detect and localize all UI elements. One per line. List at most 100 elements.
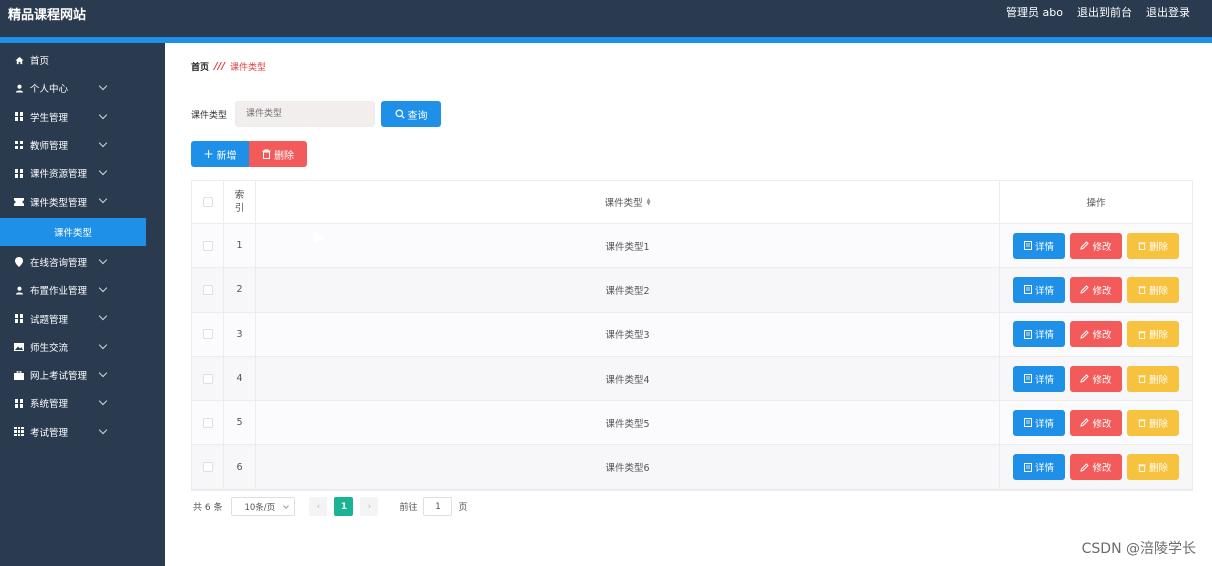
sidebar-item-label: 学生管理	[30, 112, 69, 124]
sidebar-item-online-consult[interactable]: 在线咨询管理	[0, 248, 165, 276]
chevron-down-icon	[98, 340, 108, 349]
sidebar-item-teacher-student-chat[interactable]: 师生交流	[0, 333, 165, 361]
main-content: 首页 /// 课件类型 课件类型 查询 + 新增 删除 索引 课件类型 ▲▼ 操	[165, 43, 1212, 566]
sidebar-item-label: 考试管理	[30, 427, 69, 439]
header-index-label: 索引	[234, 190, 245, 214]
sidebar-item-label: 个人中心	[30, 84, 69, 96]
detail-button[interactable]: 详情	[1013, 321, 1065, 348]
sidebar-item-label: 师生交流	[30, 342, 69, 354]
row-delete-button[interactable]: 删除	[1127, 409, 1179, 436]
detail-button-label: 详情	[1034, 330, 1054, 342]
edit-button[interactable]: 修改	[1070, 454, 1122, 481]
row-checkbox[interactable]	[202, 284, 213, 295]
page-number-current[interactable]: 1	[334, 497, 354, 516]
row-check-cell	[192, 445, 224, 489]
image-icon	[14, 342, 24, 352]
add-button-label: 新增	[216, 150, 237, 162]
ticket-icon	[14, 197, 24, 207]
row-checkbox[interactable]	[202, 462, 213, 473]
detail-button[interactable]: 详情	[1013, 232, 1065, 259]
sidebar-subitem-courseware-type[interactable]: 课件类型	[0, 217, 146, 246]
edit-button[interactable]: 修改	[1070, 232, 1122, 259]
trash-icon	[1138, 286, 1146, 295]
row-delete-button[interactable]: 删除	[1127, 365, 1179, 392]
courseware-type-search-input[interactable]	[235, 101, 376, 127]
to-front-link[interactable]: 退出到前台	[1077, 4, 1132, 20]
row-index: 1	[224, 224, 256, 268]
chevron-down-icon	[98, 312, 108, 321]
edit-button-label: 修改	[1092, 374, 1112, 386]
next-page-button[interactable]: ›	[360, 497, 379, 516]
sidebar-item-home[interactable]: 首页	[0, 46, 165, 74]
trash-icon	[1138, 375, 1146, 383]
sidebar-item-system-management[interactable]: 系统管理	[0, 389, 165, 417]
row-ops: 详情 修改 删除	[1000, 313, 1192, 356]
home-icon	[14, 55, 24, 65]
row-index: 3	[224, 312, 256, 356]
sidebar-item-personal-center[interactable]: 个人中心	[0, 74, 165, 102]
sidebar-item-courseware-resources[interactable]: 课件资源管理	[0, 159, 165, 187]
query-button[interactable]: 查询	[381, 101, 442, 127]
table-row: 5 课件类型5 详情 修改 删除	[192, 401, 1192, 446]
row-checkbox[interactable]	[202, 329, 213, 340]
breadcrumb-separator-icon: ///	[214, 61, 225, 72]
sidebar-item-student-management[interactable]: 学生管理	[0, 103, 165, 131]
batch-delete-button[interactable]: 删除	[249, 141, 307, 167]
detail-button-label: 详情	[1034, 285, 1054, 297]
sidebar: 首页 个人中心 学生管理 教师管理 课件资源管理 课件类型管理 课件类型 在线咨…	[0, 43, 165, 566]
row-delete-button[interactable]: 删除	[1127, 276, 1179, 303]
row-type: 课件类型2	[256, 268, 1000, 312]
sidebar-item-courseware-type-management[interactable]: 课件类型管理	[0, 187, 165, 215]
row-ops: 详情 修改 删除	[1000, 357, 1192, 400]
page-size-select[interactable]: 10条/页	[231, 497, 296, 516]
row-checkbox[interactable]	[202, 417, 213, 428]
watermark: CSDN @涪陵学长	[1081, 541, 1196, 557]
detail-button[interactable]: 详情	[1013, 409, 1065, 436]
row-type: 课件类型6	[256, 445, 1000, 489]
edit-button[interactable]: 修改	[1070, 409, 1122, 436]
edit-button[interactable]: 修改	[1070, 365, 1122, 392]
detail-button-label: 详情	[1034, 241, 1054, 253]
breadcrumb-home[interactable]: 首页	[191, 60, 209, 73]
logout-link[interactable]: 退出登录	[1146, 4, 1190, 20]
chevron-right-icon: ›	[367, 501, 372, 512]
row-checkbox[interactable]	[202, 240, 213, 251]
chevron-down-icon	[98, 110, 108, 119]
row-checkbox[interactable]	[202, 373, 213, 384]
row-type: 课件类型4	[256, 356, 1000, 401]
sidebar-item-label: 首页	[30, 56, 50, 68]
row-delete-button-label: 删除	[1148, 374, 1168, 386]
edit-button[interactable]: 修改	[1070, 321, 1122, 348]
edit-button-label: 修改	[1092, 418, 1112, 430]
detail-button[interactable]: 详情	[1013, 454, 1065, 481]
row-delete-button[interactable]: 删除	[1127, 232, 1179, 259]
table-row: 6 课件类型6 详情 修改 删除	[192, 445, 1192, 490]
header-actions: 管理员 abo 退出到前台 退出登录	[1006, 4, 1190, 20]
prev-page-button[interactable]: ‹	[309, 497, 328, 516]
row-check-cell	[192, 312, 224, 356]
query-button-label: 查询	[407, 110, 428, 122]
row-delete-button[interactable]: 删除	[1127, 454, 1179, 481]
sidebar-item-exam-management[interactable]: 考试管理	[0, 418, 165, 446]
add-button[interactable]: + 新增	[191, 141, 249, 167]
sort-icon[interactable]: ▲ ▼	[647, 198, 651, 207]
location-pin-icon	[14, 256, 24, 267]
row-delete-button[interactable]: 删除	[1127, 321, 1179, 348]
grid9-icon	[14, 426, 24, 437]
edit-button[interactable]: 修改	[1070, 276, 1122, 303]
grid-icon	[14, 140, 24, 150]
header-type-label: 课件类型	[604, 198, 643, 209]
select-all-checkbox[interactable]	[202, 197, 213, 207]
select-all-cell	[192, 181, 224, 223]
detail-button[interactable]: 详情	[1013, 276, 1065, 303]
detail-button[interactable]: 详情	[1013, 365, 1065, 392]
header-type[interactable]: 课件类型 ▲ ▼	[256, 181, 1000, 223]
sidebar-item-teacher-management[interactable]: 教师管理	[0, 131, 165, 159]
goto-page-input[interactable]	[423, 497, 453, 516]
total-count: 共 6 条	[193, 503, 223, 513]
sidebar-item-online-exam-management[interactable]: 网上考试管理	[0, 361, 165, 389]
sidebar-item-homework-management[interactable]: 布置作业管理	[0, 276, 165, 304]
sidebar-item-question-management[interactable]: 试题管理	[0, 304, 165, 332]
pagination: 共 6 条 10条/页 ‹ 1 › 前往 页	[193, 497, 467, 516]
page-size-value: 10条/页	[244, 502, 276, 513]
